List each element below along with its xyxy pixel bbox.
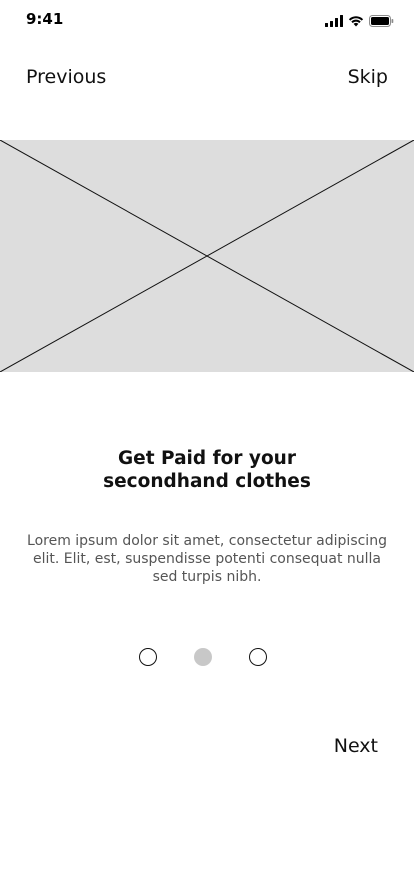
page-dot-1[interactable] [139,648,157,666]
status-bar: 9:41 [0,0,414,40]
placeholder-cross-icon [0,140,414,372]
page-dot-2-active[interactable] [194,648,212,666]
skip-button[interactable]: Skip [348,66,388,88]
status-icons [325,12,394,31]
wifi-icon [348,12,364,31]
next-button[interactable]: Next [334,735,378,757]
onboarding-title: Get Paid for your secondhand clothes [0,447,414,493]
page-indicator [0,648,414,670]
top-nav: Previous Skip [0,60,414,96]
onboarding-description: Lorem ipsum dolor sit amet, consectetur … [27,533,387,585]
page-dot-3[interactable] [249,648,267,666]
title-line-2: secondhand clothes [103,471,311,492]
image-placeholder [0,140,414,372]
signal-icon [325,12,343,31]
battery-icon [369,12,394,31]
status-time: 9:41 [26,10,64,28]
previous-button[interactable]: Previous [26,66,106,88]
title-line-1: Get Paid for your [118,448,296,469]
